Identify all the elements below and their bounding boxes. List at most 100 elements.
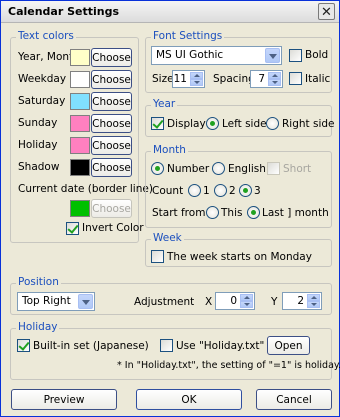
spin-down-icon[interactable] <box>190 79 203 86</box>
sunday-label: Sunday <box>18 117 58 129</box>
count-2-label: 2 <box>229 185 236 197</box>
spin-up-icon[interactable] <box>268 72 281 79</box>
shadow-label: Shadow <box>18 161 60 173</box>
x-value: 0 <box>230 295 237 307</box>
holiday-swatch <box>70 137 90 154</box>
size-stepper[interactable]: 11 <box>172 70 205 88</box>
ok-button[interactable]: OK <box>136 389 242 410</box>
y-spin-buttons <box>307 294 320 309</box>
month-short-label: Short <box>283 163 312 175</box>
year-right-label: Right side <box>282 118 335 130</box>
month-legend: Month <box>151 144 188 156</box>
weekday-choose-button[interactable]: Choose <box>91 70 132 89</box>
count-2-radio[interactable] <box>214 184 227 197</box>
spin-down-icon[interactable] <box>268 79 281 86</box>
spacing-label: Spacing <box>213 73 255 85</box>
spin-up-icon[interactable] <box>190 72 203 79</box>
title-bar[interactable]: Calendar Settings ✕ <box>1 1 339 23</box>
y-label: Y <box>271 296 278 308</box>
month-number-radio[interactable] <box>151 162 164 175</box>
invert-color-label: Invert Color <box>82 222 144 234</box>
holiday-choose-button[interactable]: Choose <box>91 136 132 155</box>
count-1-label: 1 <box>203 185 210 197</box>
spin-up-icon[interactable] <box>240 294 253 301</box>
builtin-holiday-checkbox[interactable] <box>17 339 30 352</box>
bold-label: Bold <box>305 49 329 61</box>
month-short-checkbox[interactable] <box>267 162 280 175</box>
x-spin-buttons <box>240 294 253 309</box>
size-spin-buttons <box>190 72 203 87</box>
builtin-holiday-label: Built-in set (Japanese) <box>33 340 149 352</box>
y-value: 2 <box>297 295 304 307</box>
year-right-radio[interactable] <box>266 117 279 130</box>
position-select[interactable]: Top Right <box>17 292 95 311</box>
sunday-swatch <box>70 115 90 132</box>
count-1-radio[interactable] <box>188 184 201 197</box>
x-label: X <box>205 296 213 308</box>
count-label: Count <box>152 185 184 197</box>
position-value: Top Right <box>22 295 71 307</box>
italic-checkbox[interactable] <box>289 72 302 85</box>
week-monday-checkbox[interactable] <box>151 250 164 263</box>
chevron-down-icon[interactable] <box>265 48 280 63</box>
holiday-color-label: Holiday <box>18 139 58 151</box>
shadow-swatch <box>70 159 90 176</box>
month-english-label: English <box>228 163 266 175</box>
use-holiday-file-checkbox[interactable] <box>160 339 173 352</box>
holiday-legend: Holiday <box>16 321 60 333</box>
cancel-button[interactable]: Cancel <box>256 389 332 410</box>
chevron-down-icon[interactable] <box>78 294 93 309</box>
year-display-checkbox[interactable] <box>151 117 164 130</box>
x-stepper[interactable]: 0 <box>215 292 255 310</box>
weekday-swatch <box>70 71 90 88</box>
size-value: 11 <box>173 73 187 85</box>
font-family-select[interactable]: MS UI Gothic <box>151 46 282 65</box>
adjustment-label: Adjustment <box>134 296 195 308</box>
start-last-label: Last ] month <box>262 207 329 219</box>
size-label: Size <box>152 73 174 85</box>
year-left-radio[interactable] <box>206 117 219 130</box>
spacing-stepper[interactable]: 7 <box>250 70 283 88</box>
spin-up-icon[interactable] <box>307 294 320 301</box>
holiday-note: * In "Holiday.txt", the setting of "=1" … <box>117 360 340 371</box>
bold-checkbox[interactable] <box>289 49 302 62</box>
current-date-choose-button[interactable]: Choose <box>91 199 132 218</box>
current-date-swatch <box>70 200 90 217</box>
spacing-value: 7 <box>258 73 265 85</box>
year-legend: Year <box>151 98 178 110</box>
preview-button[interactable]: Preview <box>11 389 117 410</box>
weekday-label: Weekday <box>18 73 67 85</box>
shadow-choose-button[interactable]: Choose <box>91 158 132 177</box>
month-number-label: Number <box>167 163 210 175</box>
week-legend: Week <box>151 232 184 244</box>
sunday-choose-button[interactable]: Choose <box>91 114 132 133</box>
start-this-radio[interactable] <box>206 206 219 219</box>
year-month-swatch <box>70 49 90 66</box>
saturday-swatch <box>70 93 90 110</box>
y-stepper[interactable]: 2 <box>282 292 322 310</box>
start-this-label: This <box>221 207 243 219</box>
saturday-choose-button[interactable]: Choose <box>91 92 132 111</box>
saturday-label: Saturday <box>18 95 66 107</box>
count-3-radio[interactable] <box>239 184 252 197</box>
current-date-label: Current date (border line) <box>18 183 153 195</box>
text-colors-legend: Text colors <box>16 30 76 42</box>
position-legend: Position <box>16 276 61 288</box>
year-left-label: Left side <box>222 118 267 130</box>
start-from-label: Start from [ <box>152 207 213 219</box>
font-settings-legend: Font Settings <box>151 30 225 42</box>
open-holiday-file-button[interactable]: Open <box>267 336 310 355</box>
year-display-label: Display <box>167 118 206 130</box>
close-button[interactable]: ✕ <box>318 3 335 20</box>
start-last-radio[interactable] <box>247 206 260 219</box>
year-month-choose-button[interactable]: Choose <box>91 48 132 67</box>
italic-label: Italic <box>305 73 331 85</box>
spacing-spin-buttons <box>268 72 281 87</box>
spin-down-icon[interactable] <box>307 301 320 308</box>
month-english-radio[interactable] <box>212 162 225 175</box>
settings-window: Calendar Settings ✕ Text colors Year, Mo… <box>0 0 340 417</box>
spin-down-icon[interactable] <box>240 301 253 308</box>
font-family-value: MS UI Gothic <box>156 49 224 61</box>
week-monday-label: The week starts on Monday <box>167 251 312 263</box>
invert-color-checkbox[interactable] <box>66 222 79 235</box>
